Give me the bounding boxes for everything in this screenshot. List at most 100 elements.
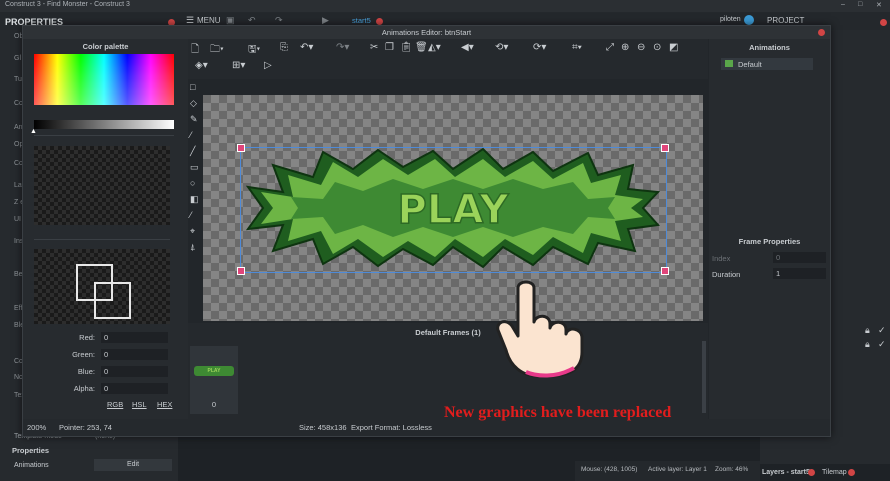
- eraser-tool-icon[interactable]: ◇: [190, 98, 197, 109]
- zoom-reset-icon[interactable]: ⊙: [653, 42, 661, 53]
- brush-tool-icon[interactable]: ⁄: [190, 130, 192, 140]
- frame-thumbnail[interactable]: PLAY 0: [190, 346, 238, 414]
- green-input[interactable]: 0: [101, 349, 168, 360]
- ellipse-tool-icon[interactable]: ○: [190, 178, 195, 188]
- minimize-icon[interactable]: –: [841, 1, 845, 8]
- editor-toolbar: 🗋︎ 🗀︎▾ 🖫︎▾ ⎘ ↶▾ ↷▾ ✂ ❐ 📋︎ 🗑︎ ◭▾ ◀▾ ⟲▾ ⟳▾…: [188, 39, 708, 79]
- save-icon[interactable]: 🖫︎▾: [248, 42, 260, 59]
- duration-input[interactable]: 1: [773, 268, 826, 279]
- layers-tab-close-icon[interactable]: [808, 469, 815, 476]
- resize-icon[interactable]: ⤢: [606, 42, 614, 53]
- rotate-right-icon[interactable]: ⟳▾: [533, 42, 546, 53]
- animations-property-label: Animations: [14, 462, 49, 469]
- layout-tab-start5[interactable]: start5: [352, 16, 371, 25]
- project-close-icon[interactable]: [880, 19, 887, 26]
- close-window-icon[interactable]: ✕: [876, 1, 882, 9]
- paste-icon[interactable]: 📋︎: [400, 42, 413, 53]
- undo-icon[interactable]: ↶▾: [300, 42, 313, 53]
- layers-icon[interactable]: ◈▾: [195, 60, 208, 71]
- copy-icon[interactable]: ❐: [385, 42, 394, 53]
- export-icon[interactable]: ⎘: [280, 42, 288, 53]
- property-row-label[interactable]: Tu: [14, 76, 22, 83]
- rotate-left-icon[interactable]: ⟲▾: [495, 42, 508, 53]
- color-swatch-grid[interactable]: [34, 146, 170, 225]
- divider: [34, 135, 174, 136]
- edit-animations-button[interactable]: Edit: [94, 459, 172, 471]
- zoom-in-icon[interactable]: ⊕: [621, 42, 629, 53]
- pointer-position: Pointer: 253, 74: [59, 423, 112, 432]
- annotation-caption: New graphics have been replaced: [444, 404, 672, 421]
- select-tool-icon[interactable]: □: [190, 82, 195, 92]
- red-label: Red:: [79, 333, 95, 342]
- active-layer: Active layer: Layer 1: [648, 466, 707, 473]
- new-file-icon[interactable]: 🗋︎: [191, 42, 199, 59]
- rgb-mode-button[interactable]: RGB: [107, 400, 123, 409]
- animations-panel: Animations Default Frame Properties Inde…: [709, 39, 830, 436]
- layers-tab[interactable]: Layers - start5: [762, 469, 810, 476]
- layer-lock-icon[interactable]: 🔒︎: [865, 339, 870, 350]
- line-tool-icon[interactable]: ╱: [190, 146, 195, 157]
- secondary-color-swatch[interactable]: [94, 282, 131, 319]
- project-title: PROJECT: [767, 16, 805, 25]
- sprite-play-text: PLAY: [398, 187, 510, 233]
- red-input[interactable]: 0: [101, 332, 168, 343]
- animation-list-item[interactable]: Default: [721, 58, 813, 70]
- menu-button[interactable]: MENU: [197, 16, 221, 25]
- property-row-label[interactable]: UI: [14, 216, 21, 223]
- hsl-mode-button[interactable]: HSL: [132, 400, 147, 409]
- animations-title: Animations: [749, 43, 790, 52]
- redo-icon[interactable]: ↷▾: [336, 42, 349, 53]
- maximize-icon[interactable]: □: [858, 1, 862, 8]
- frames-title: Default Frames (1): [415, 328, 481, 337]
- slider-handle-icon[interactable]: ▲: [30, 128, 37, 135]
- alpha-input[interactable]: 0: [101, 383, 168, 394]
- pencil-tool-icon[interactable]: ✎: [190, 114, 198, 125]
- divider: [34, 239, 170, 240]
- zoom-out-icon[interactable]: ⊖: [637, 42, 645, 53]
- export-format: Export Format: Lossless: [351, 423, 432, 432]
- hex-mode-button[interactable]: HEX: [157, 400, 172, 409]
- origin-tool-icon[interactable]: ⌖: [190, 226, 195, 237]
- layer-visible-check-icon[interactable]: ✓: [878, 325, 886, 336]
- flip-horizontal-icon[interactable]: ◭▾: [428, 42, 441, 53]
- flip-vertical-icon[interactable]: ◀▾: [461, 42, 474, 53]
- delete-icon[interactable]: 🗑︎: [415, 42, 428, 53]
- image-canvas[interactable]: PLAY: [203, 95, 703, 321]
- index-value: 0: [773, 252, 826, 263]
- animation-name: Default: [738, 60, 762, 69]
- tilemap-tab-close-icon[interactable]: [848, 469, 855, 476]
- image-size: Size: 458x136: [299, 423, 347, 432]
- zoom-percent: 200%: [27, 423, 47, 432]
- layer-lock-icon[interactable]: 🔒︎: [865, 325, 870, 336]
- frame-properties-title: Frame Properties: [738, 237, 801, 246]
- play-button-sprite: PLAY: [245, 147, 661, 269]
- fill-tool-icon[interactable]: ◧: [190, 194, 199, 205]
- property-row-label[interactable]: Gl: [14, 55, 21, 62]
- color-spectrum[interactable]: [34, 54, 174, 105]
- green-label: Green:: [72, 350, 95, 359]
- toggle-background-icon[interactable]: ◩: [669, 42, 678, 53]
- layer-visible-check-icon[interactable]: ✓: [878, 339, 886, 350]
- dialog-close-icon[interactable]: [818, 29, 825, 36]
- color-picker-tool-icon[interactable]: ⁄: [190, 210, 192, 220]
- tilemap-tab[interactable]: Tilemap: [822, 469, 847, 476]
- primary-secondary-color-preview[interactable]: [34, 249, 170, 324]
- grid-icon[interactable]: ⊞▾: [232, 60, 245, 71]
- tab-close-icon[interactable]: [376, 18, 383, 25]
- rectangle-tool-icon[interactable]: ▭: [190, 162, 199, 173]
- frame-index: 0: [211, 400, 217, 409]
- window-title: Construct 3 - Find Monster - Construct 3: [5, 1, 130, 8]
- pointing-hand-icon: [496, 280, 584, 378]
- cut-icon[interactable]: ✂: [370, 42, 378, 53]
- blue-input[interactable]: 0: [101, 366, 168, 377]
- collision-polygon-tool-icon[interactable]: ⍋: [190, 242, 195, 253]
- color-palette-panel: Color palette ▲ Red: 0 Green: 0 Blue: 0 …: [23, 39, 188, 436]
- brightness-slider[interactable]: [34, 120, 174, 129]
- index-label: Index: [712, 254, 731, 263]
- preview-play-icon[interactable]: ▷: [264, 60, 272, 71]
- open-folder-icon[interactable]: 🗀︎▾: [210, 42, 224, 59]
- avatar[interactable]: [744, 15, 754, 25]
- crop-icon[interactable]: ⌗▾: [572, 42, 582, 53]
- frames-scrollbar[interactable]: [702, 341, 706, 413]
- user-name[interactable]: piloten: [720, 16, 741, 23]
